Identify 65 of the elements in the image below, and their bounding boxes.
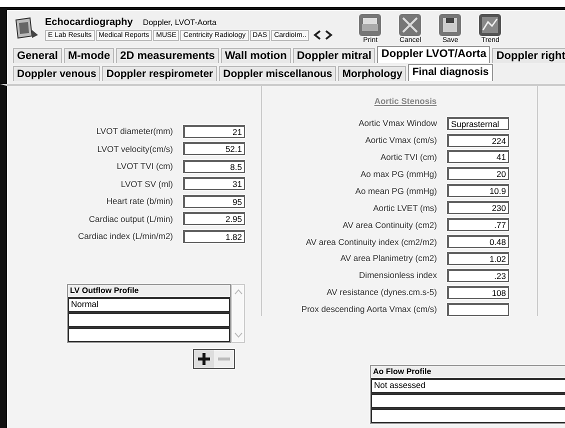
module-title: Echocardiography <box>45 16 133 28</box>
field-label: Heart rate (b/min) <box>106 196 173 206</box>
input-field[interactable]: 108 <box>447 286 509 299</box>
input-field[interactable]: .77 <box>447 218 509 232</box>
field-label: Aortic TVI (cm) <box>380 152 437 162</box>
tab[interactable]: Final diagnosis <box>408 64 493 81</box>
input-field[interactable]: Suprasternal <box>447 116 509 130</box>
input-field[interactable]: 2.95 <box>183 212 245 226</box>
input-field[interactable]: 20 <box>447 167 509 180</box>
input-field[interactable]: 224 <box>447 134 509 147</box>
tab[interactable]: Morphology <box>338 66 406 81</box>
tab[interactable]: Doppler mitral <box>292 48 376 63</box>
field-label: AV area Planimetry (cm2) <box>340 253 437 264</box>
tab[interactable]: Doppler respirometer <box>102 66 218 81</box>
add-button[interactable] <box>194 350 214 368</box>
section-title: Aortic Stenosis <box>373 96 438 106</box>
list-header: Ao Flow Profile <box>372 366 432 378</box>
input-field[interactable]: 52.1 <box>183 142 245 156</box>
field-label: LVOT diameter(mm) <box>96 126 173 136</box>
list-row[interactable]: Not assessed <box>371 378 565 393</box>
monitor-icon <box>13 16 39 42</box>
field-label: AV area Continuity (cm2) <box>342 220 437 230</box>
input-field[interactable]: 21 <box>183 124 245 138</box>
tab[interactable]: 2D measurements <box>116 48 219 63</box>
remove-button[interactable] <box>214 350 234 368</box>
field-label: AV area Continuity index (cm2/m2) <box>306 236 437 247</box>
input-field[interactable]: 31 <box>183 177 245 190</box>
field-label: Aortic LVET (ms) <box>373 202 437 213</box>
input-field[interactable]: 1.82 <box>183 230 245 243</box>
list-row[interactable] <box>371 408 565 423</box>
list-header: LV Outflow Profile <box>69 284 140 296</box>
tab[interactable]: Doppler LVOT/Aorta <box>377 46 490 63</box>
field-label: Aortic Vmax (cm/s) <box>365 135 437 146</box>
input-field[interactable]: 1.02 <box>447 252 509 265</box>
field-label: Cardiac output (L/min) <box>88 214 173 224</box>
field-label: Cardiac index (L/min/m2) <box>78 231 173 242</box>
field-label: Aortic Vmax Window <box>358 118 437 128</box>
input-field[interactable]: 0.48 <box>447 235 509 248</box>
list-row[interactable]: Normal <box>68 296 230 312</box>
input-field[interactable]: 41 <box>447 150 509 164</box>
input-field[interactable]: .23 <box>447 268 509 282</box>
tab[interactable]: M-mode <box>64 48 114 63</box>
plus-icon <box>197 352 211 366</box>
field-label: AV resistance (dynes.cm.s-5) <box>326 287 437 298</box>
field-label: LVOT SV (ml) <box>120 178 173 189</box>
tab[interactable]: General <box>13 48 62 63</box>
input-field[interactable]: 95 <box>183 194 245 208</box>
list-row[interactable] <box>371 393 565 408</box>
field-label: LVOT TVI (cm) <box>116 161 173 172</box>
field-label: Dimensionless index <box>359 270 437 280</box>
tab[interactable]: Wall motion <box>220 48 291 63</box>
tab[interactable]: Doppler miscellanous <box>219 66 336 81</box>
input-field[interactable]: 10.9 <box>447 184 509 198</box>
list-row[interactable] <box>68 312 230 326</box>
input-field[interactable]: 230 <box>447 201 509 214</box>
module-subtitle: Doppler, LVOT-Aorta <box>142 18 216 26</box>
field-label: Ao mean PG (mmHg) <box>355 186 437 196</box>
input-field[interactable]: 8.5 <box>183 160 245 173</box>
field-label: Ao max PG (mmHg) <box>360 168 437 179</box>
input-field[interactable] <box>447 302 509 316</box>
field-label: LVOT velocity(cm/s) <box>97 144 173 154</box>
tab[interactable]: Doppler venous <box>13 66 100 81</box>
tab[interactable]: Doppler right <box>492 48 565 63</box>
list-row[interactable] <box>68 326 230 342</box>
field-label: Prox descending Aorta Vmax (cm/s) <box>301 304 437 314</box>
